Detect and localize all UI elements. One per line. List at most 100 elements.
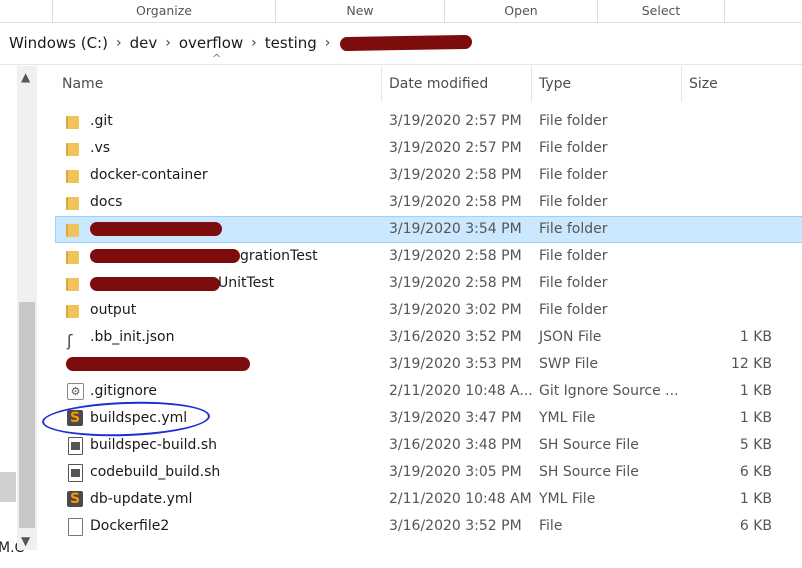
file-type: File folder: [539, 221, 608, 237]
ribbon-group-empty: [724, 0, 802, 22]
file-date: 3/19/2020 3:47 PM: [389, 410, 522, 426]
folder-icon: [66, 305, 79, 318]
scroll-down-icon[interactable]: ▼: [21, 534, 30, 548]
file-date: 3/19/2020 2:58 PM: [389, 275, 522, 291]
file-date: 2/11/2020 10:48 A...: [389, 383, 533, 399]
redaction-mark: [66, 357, 250, 371]
crumb-drive[interactable]: Windows (C:): [9, 34, 108, 52]
file-type: File folder: [539, 113, 608, 129]
file-name: codebuild_build.sh: [90, 464, 221, 480]
file-date: 3/19/2020 3:53 PM: [389, 356, 522, 372]
chevron-right-icon[interactable]: ›: [116, 35, 122, 51]
file-date: 3/19/2020 2:57 PM: [389, 140, 522, 156]
script-icon: [68, 464, 83, 482]
table-row-selected[interactable]: 3/19/2020 3:54 PM File folder: [55, 216, 802, 243]
file-size: 6 KB: [739, 464, 772, 480]
file-type: SH Source File: [539, 464, 639, 480]
file-date: 3/16/2020 3:52 PM: [389, 518, 522, 534]
table-row[interactable]: .vs 3/19/2020 2:57 PM File folder: [56, 135, 802, 162]
file-size: 1 KB: [739, 410, 772, 426]
file-date: 3/16/2020 3:52 PM: [389, 329, 522, 345]
file-date: 3/19/2020 2:57 PM: [389, 113, 522, 129]
table-row[interactable]: UnitTest 3/19/2020 2:58 PM File folder: [56, 270, 802, 297]
table-row[interactable]: .git 3/19/2020 2:57 PM File folder: [56, 108, 802, 135]
redaction-mark: [90, 277, 220, 291]
file-name: docker-container: [90, 167, 208, 183]
table-row[interactable]: Dockerfile2 3/16/2020 3:52 PM File 6 KB: [56, 513, 802, 540]
ribbon-group-new[interactable]: New: [275, 0, 444, 22]
sublime-icon: S: [67, 491, 83, 507]
file-type: File folder: [539, 275, 608, 291]
file-date: 2/11/2020 10:48 AM: [389, 491, 532, 507]
column-header-type[interactable]: Type: [531, 66, 679, 102]
file-type: JSON File: [539, 329, 602, 345]
folder-icon: [66, 278, 79, 291]
table-row[interactable]: ʃ .bb_init.json 3/16/2020 3:52 PM JSON F…: [56, 324, 802, 351]
redaction-mark: [90, 249, 240, 263]
ribbon: Organize New Open Select: [0, 0, 802, 23]
file-type: File folder: [539, 302, 608, 318]
file-size: 1 KB: [739, 329, 772, 345]
file-size: 12 KB: [730, 356, 772, 372]
table-row[interactable]: docs 3/19/2020 2:58 PM File folder: [56, 189, 802, 216]
table-row[interactable]: 3/19/2020 3:53 PM SWP File 12 KB: [56, 351, 802, 378]
chevron-right-icon[interactable]: ›: [251, 35, 257, 51]
file-date: 3/19/2020 3:02 PM: [389, 302, 522, 318]
file-type: File folder: [539, 194, 608, 210]
table-row[interactable]: docker-container 3/19/2020 2:58 PM File …: [56, 162, 802, 189]
file-type: File folder: [539, 167, 608, 183]
file-date: 3/16/2020 3:48 PM: [389, 437, 522, 453]
file-date: 3/19/2020 2:58 PM: [389, 194, 522, 210]
column-header-row: ^ Name Date modified Type Size: [52, 52, 802, 104]
file-size: 1 KB: [739, 491, 772, 507]
table-row[interactable]: buildspec-build.sh 3/16/2020 3:48 PM SH …: [56, 432, 802, 459]
table-row[interactable]: grationTest 3/19/2020 2:58 PM File folde…: [56, 243, 802, 270]
file-name: UnitTest: [218, 275, 275, 291]
crumb-dev[interactable]: dev: [130, 34, 158, 52]
table-row[interactable]: output 3/19/2020 3:02 PM File folder: [56, 297, 802, 324]
file-type: Git Ignore Source ...: [539, 383, 679, 399]
file-type: File folder: [539, 248, 608, 264]
file-name: .git: [90, 113, 113, 129]
scrollbar-thumb[interactable]: [19, 302, 35, 528]
vertical-scrollbar[interactable]: ▲ ▼: [17, 66, 37, 550]
folder-icon: [66, 251, 79, 264]
ribbon-group-organize[interactable]: Organize: [52, 0, 275, 22]
column-header-name[interactable]: Name: [62, 66, 380, 102]
file-name: .vs: [90, 140, 111, 156]
column-header-size[interactable]: Size: [681, 66, 799, 102]
ribbon-group-select[interactable]: Select: [597, 0, 724, 22]
file-type: SWP File: [539, 356, 599, 372]
nav-selected-item[interactable]: [0, 472, 16, 502]
file-size: 6 KB: [739, 518, 772, 534]
ribbon-group-open[interactable]: Open: [444, 0, 597, 22]
file-name: output: [90, 302, 137, 318]
file-date: 3/19/2020 2:58 PM: [389, 248, 522, 264]
column-header-date[interactable]: Date modified: [381, 66, 529, 102]
crumb-overflow[interactable]: overflow: [179, 34, 243, 52]
file-name: docs: [90, 194, 123, 210]
chevron-right-icon[interactable]: ›: [165, 35, 171, 51]
folder-icon: [66, 197, 79, 210]
file-date: 3/19/2020 3:54 PM: [389, 221, 522, 237]
script-icon: [68, 437, 83, 455]
file-type: YML File: [539, 410, 596, 426]
table-row[interactable]: S db-update.yml 2/11/2020 10:48 AM YML F…: [56, 486, 802, 513]
file-list: .git 3/19/2020 2:57 PM File folder .vs 3…: [55, 108, 802, 540]
file-size: 5 KB: [739, 437, 772, 453]
crumb-testing[interactable]: testing: [265, 34, 317, 52]
folder-icon: [66, 116, 79, 129]
navigation-pane[interactable]: M.C: [0, 66, 24, 568]
redaction-mark: [340, 34, 473, 52]
folder-icon: [66, 170, 79, 183]
chevron-right-icon[interactable]: ›: [325, 35, 331, 51]
scroll-up-icon[interactable]: ▲: [21, 70, 30, 84]
breadcrumb: Windows (C:) › dev › overflow › testing …: [9, 34, 473, 52]
file-name: grationTest: [240, 248, 318, 264]
file-name: .bb_init.json: [90, 329, 175, 345]
address-bar[interactable]: Windows (C:) › dev › overflow › testing …: [0, 24, 802, 65]
file-name: db-update.yml: [90, 491, 193, 507]
table-row[interactable]: codebuild_build.sh 3/19/2020 3:05 PM SH …: [56, 459, 802, 486]
file-date: 3/19/2020 3:05 PM: [389, 464, 522, 480]
table-row[interactable]: ⚙ .gitignore 2/11/2020 10:48 A... Git Ig…: [56, 378, 802, 405]
